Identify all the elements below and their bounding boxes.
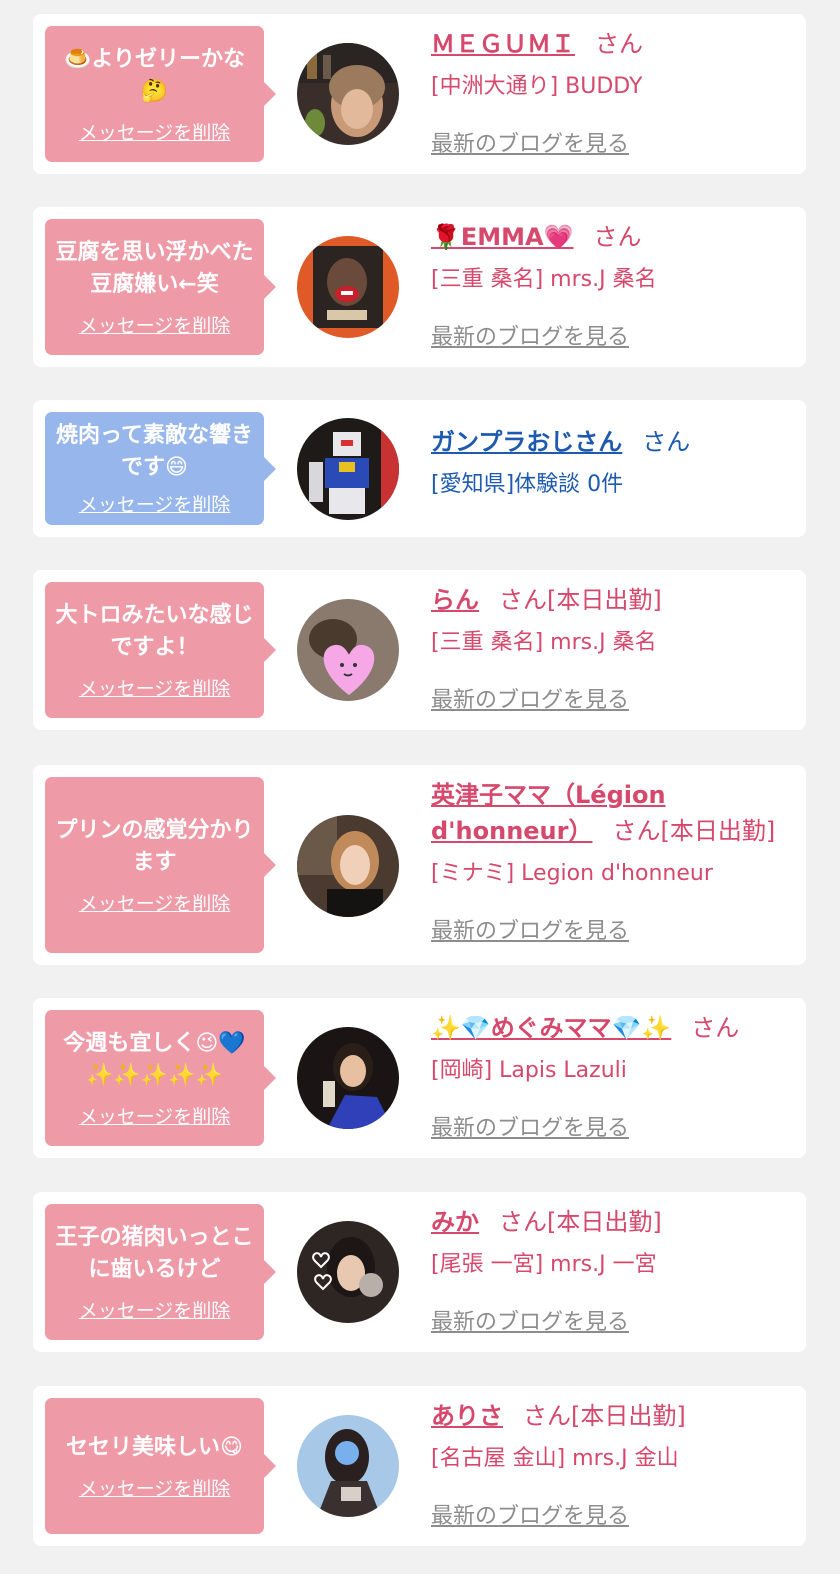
message-card: セセリ美味しい😋 メッセージを削除 ありさ さん[本日出勤] [名古屋 金山] m… [33, 1386, 806, 1546]
name-suffix: さん[本日出勤] [499, 1208, 662, 1236]
delete-message-link[interactable]: メッセージを削除 [79, 1474, 231, 1501]
avatar[interactable] [297, 815, 399, 917]
shop-label: [ミナミ] Legion d'honneur [431, 861, 713, 886]
avatar[interactable] [297, 43, 399, 145]
message-bubble: 王子の猪肉いっとこに歯いるけど メッセージを削除 [45, 1204, 276, 1340]
message-text: 🍮よりゼリーかな🤔 [64, 46, 245, 104]
latest-blog-link[interactable]: 最新のブログを見る [431, 1498, 629, 1530]
name-suffix: さん[本日出勤] [612, 817, 776, 845]
woman-photo-icon [297, 43, 399, 145]
profile-info: 英津子ママ（Légion d'honneur） さん[本日出勤] [ミナミ] Le… [431, 777, 801, 945]
message-bubble: 焼肉って素敵な響きです😄 メッセージを削除 [45, 412, 276, 525]
name-suffix: さん [593, 223, 642, 251]
profile-name-link[interactable]: みか [431, 1208, 479, 1236]
message-bubble: プリンの感覚分かります メッセージを削除 [45, 777, 276, 953]
heart-face-icon [297, 599, 399, 701]
message-bubble: 豆腐を思い浮かべた豆腐嫌い←笑 メッセージを削除 [45, 219, 276, 355]
name-suffix: さん[本日出勤] [523, 1402, 686, 1430]
message-bubble: 🍮よりゼリーかな🤔 メッセージを削除 [45, 26, 276, 162]
message-text: プリンの感覚分かります [55, 817, 254, 875]
message-card: プリンの感覚分かります メッセージを削除 英津子ママ（Légion d'honn… [33, 765, 806, 965]
profile-info: みか さん[本日出勤] [尾張 一宮] mrs.J 一宮 最新のブログを見る [431, 1204, 801, 1336]
message-text: 今週も宜しく😉💙✨✨✨✨✨ [63, 1030, 246, 1088]
avatar[interactable] [297, 1027, 399, 1129]
avatar[interactable] [297, 236, 399, 338]
robot-model-icon [297, 418, 399, 520]
latest-blog-link[interactable]: 最新のブログを見る [431, 126, 629, 158]
message-bubble: 今週も宜しく😉💙✨✨✨✨✨ メッセージを削除 [45, 1010, 276, 1146]
message-text: 豆腐を思い浮かべた豆腐嫌い←笑 [55, 239, 254, 297]
profile-info: ＭＥＧＵＭＩ さん [中洲大通り] BUDDY 最新のブログを見る [431, 26, 801, 158]
message-text: 焼肉って素敵な響きです😄 [56, 423, 253, 480]
message-card: 王子の猪肉いっとこに歯いるけど メッセージを削除 みか さん[本日出勤] [尾張 … [33, 1192, 806, 1352]
message-bubble: セセリ美味しい😋 メッセージを削除 [45, 1398, 276, 1534]
profile-name-link[interactable]: 🌹EMMA💗 [431, 223, 574, 251]
message-card: 焼肉って素敵な響きです😄 メッセージを削除 ガンプラおじさん さん [愛知県]体験… [33, 400, 806, 537]
delete-message-link[interactable]: メッセージを削除 [79, 889, 231, 916]
profile-name-link[interactable]: ガンプラおじさん [431, 428, 622, 456]
name-suffix: さん[本日出勤] [499, 586, 662, 614]
avatar[interactable] [297, 1221, 399, 1323]
message-text: セセリ美味しい😋 [66, 1434, 243, 1460]
name-suffix: さん [691, 1014, 740, 1042]
avatar[interactable] [297, 418, 399, 520]
message-text: 王子の猪肉いっとこに歯いるけど [55, 1224, 254, 1282]
latest-blog-link[interactable]: 最新のブログを見る [431, 913, 629, 945]
profile-name-link[interactable]: ありさ [431, 1402, 503, 1430]
message-bubble: 大トロみたいな感じですよ！ メッセージを削除 [45, 582, 276, 718]
profile-info: 🌹EMMA💗 さん [三重 桑名] mrs.J 桑名 最新のブログを見る [431, 219, 801, 351]
message-card: 大トロみたいな感じですよ！ メッセージを削除 らん さん[本日出勤] [三重 桑名… [33, 570, 806, 730]
shop-label: [三重 桑名] mrs.J 桑名 [431, 267, 657, 292]
profile-info: ガンプラおじさん さん [愛知県]体験談 0件 [431, 424, 801, 502]
profile-info: らん さん[本日出勤] [三重 桑名] mrs.J 桑名 最新のブログを見る [431, 582, 801, 714]
latest-blog-link[interactable]: 最新のブログを見る [431, 1304, 629, 1336]
delete-message-link[interactable]: メッセージを削除 [79, 1102, 231, 1129]
shop-label: [三重 桑名] mrs.J 桑名 [431, 630, 657, 655]
profile-info: ✨💎めぐみママ💎✨ さん [岡崎] Lapis Lazuli 最新のブログを見る [431, 1010, 801, 1142]
shop-label: [名古屋 金山] mrs.J 金山 [431, 1446, 679, 1471]
message-list: 🍮よりゼリーかな🤔 メッセージを削除 ＭＥＧＵＭＩ さん [中洲大通り] BUDD… [0, 0, 840, 1574]
delete-message-link[interactable]: メッセージを削除 [79, 674, 231, 701]
latest-blog-link[interactable]: 最新のブログを見る [431, 1110, 629, 1142]
latest-blog-link[interactable]: 最新のブログを見る [431, 682, 629, 714]
shop-label: [中洲大通り] BUDDY [431, 74, 643, 99]
message-card: 今週も宜しく😉💙✨✨✨✨✨ メッセージを削除 ✨💎めぐみママ💎✨ さん [岡崎] … [33, 998, 806, 1158]
name-suffix: さん [595, 30, 643, 58]
latest-blog-link[interactable]: 最新のブログを見る [431, 319, 629, 351]
face-photo-icon [297, 236, 399, 338]
profile-name-link[interactable]: らん [431, 586, 479, 614]
profile-name-link[interactable]: ＭＥＧＵＭＩ [431, 30, 575, 58]
name-suffix: さん [642, 428, 691, 456]
profile-name-link[interactable]: ✨💎めぐみママ💎✨ [431, 1014, 671, 1042]
delete-message-link[interactable]: メッセージを削除 [79, 1296, 231, 1323]
message-card: 🍮よりゼリーかな🤔 メッセージを削除 ＭＥＧＵＭＩ さん [中洲大通り] BUDD… [33, 14, 806, 174]
shop-label: [岡崎] Lapis Lazuli [431, 1058, 627, 1083]
avatar[interactable] [297, 1415, 399, 1517]
shop-label: [尾張 一宮] mrs.J 一宮 [431, 1252, 657, 1277]
woman-photo-icon [297, 1221, 399, 1323]
woman-photo-icon [297, 815, 399, 917]
delete-message-link[interactable]: メッセージを削除 [79, 118, 231, 145]
message-text: 大トロみたいな感じですよ！ [55, 602, 254, 660]
delete-message-link[interactable]: メッセージを削除 [79, 311, 231, 338]
message-card: 豆腐を思い浮かべた豆腐嫌い←笑 メッセージを削除 🌹EMMA💗 さん [三重 桑名… [33, 207, 806, 367]
blue-face-icon [297, 1415, 399, 1517]
woman-photo-icon [297, 1027, 399, 1129]
shop-label: [愛知県]体験談 0件 [431, 472, 624, 497]
profile-info: ありさ さん[本日出勤] [名古屋 金山] mrs.J 金山 最新のブログを見る [431, 1398, 801, 1530]
avatar[interactable] [297, 599, 399, 701]
delete-message-link[interactable]: メッセージを削除 [79, 490, 231, 517]
